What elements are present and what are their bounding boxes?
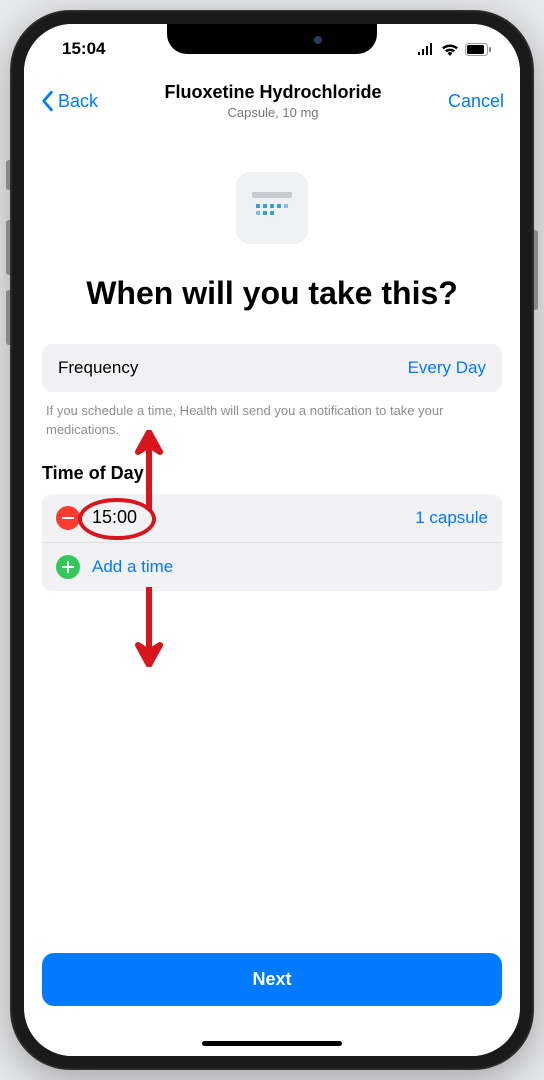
status-indicators	[417, 43, 492, 56]
content-area: When will you take this? Frequency Every…	[24, 132, 520, 1056]
status-time: 15:04	[62, 39, 105, 59]
add-time-button[interactable]	[56, 555, 80, 579]
cancel-button[interactable]: Cancel	[448, 91, 504, 112]
back-label: Back	[58, 91, 98, 112]
annotation-arrow-down	[134, 587, 164, 667]
time-section-label: Time of Day	[42, 463, 502, 484]
time-value[interactable]: 15:00	[92, 507, 137, 528]
dose-value[interactable]: 1 capsule	[415, 508, 488, 528]
medication-form: Capsule, 10 mg	[98, 105, 448, 120]
minus-icon	[62, 517, 74, 519]
plus-icon	[62, 561, 74, 573]
wifi-icon	[441, 43, 459, 56]
screen: 15:04 Back Fluoxetine Hydrochloride Caps…	[24, 24, 520, 1056]
nav-title: Fluoxetine Hydrochloride Capsule, 10 mg	[98, 82, 448, 120]
frequency-label: Frequency	[58, 358, 138, 378]
next-button[interactable]: Next	[42, 953, 502, 1006]
time-row: 15:00 1 capsule	[42, 494, 502, 542]
phone-volume-down	[6, 290, 10, 345]
add-time-row[interactable]: Add a time	[42, 542, 502, 591]
time-list: 15:00 1 capsule Add a time	[42, 494, 502, 591]
page-heading: When will you take this?	[42, 274, 502, 312]
remove-time-button[interactable]	[56, 506, 80, 530]
phone-power-button	[534, 230, 538, 310]
frequency-row[interactable]: Frequency Every Day	[42, 344, 502, 392]
chevron-left-icon	[40, 90, 54, 112]
cellular-icon	[417, 43, 435, 55]
battery-icon	[465, 43, 492, 56]
phone-frame: 15:04 Back Fluoxetine Hydrochloride Caps…	[10, 10, 534, 1070]
add-time-label: Add a time	[92, 557, 173, 577]
frequency-value: Every Day	[408, 358, 486, 378]
frequency-hint: If you schedule a time, Health will send…	[46, 402, 498, 438]
nav-bar: Back Fluoxetine Hydrochloride Capsule, 1…	[24, 74, 520, 132]
phone-mute-switch	[6, 160, 10, 190]
phone-volume-up	[6, 220, 10, 275]
calendar-icon	[236, 172, 308, 244]
medication-name: Fluoxetine Hydrochloride	[98, 82, 448, 103]
back-button[interactable]: Back	[40, 90, 98, 112]
notch	[167, 24, 377, 54]
home-indicator[interactable]	[202, 1041, 342, 1046]
